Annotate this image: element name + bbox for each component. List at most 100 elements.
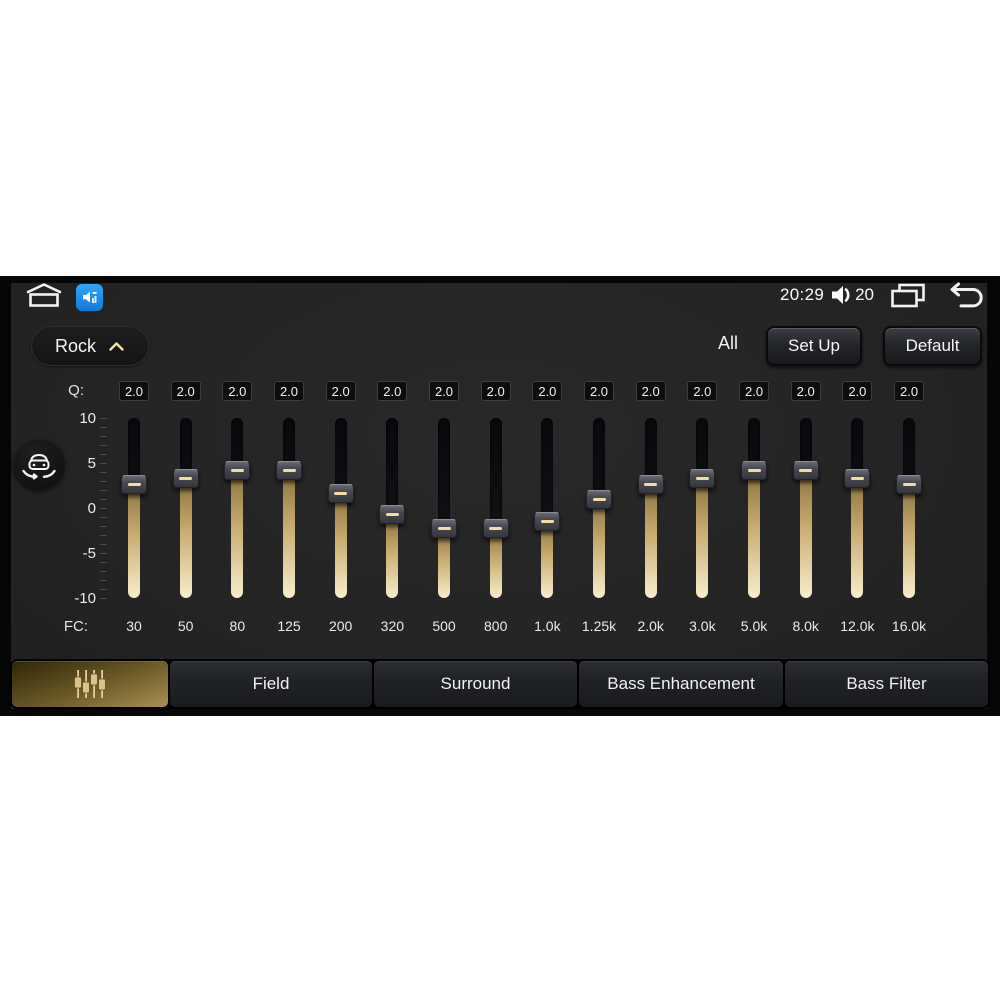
preset-dropdown[interactable]: Rock: [31, 326, 149, 366]
slider-fill: [851, 478, 864, 598]
slider-handle[interactable]: [482, 519, 509, 539]
recent-apps-icon[interactable]: [890, 283, 926, 308]
tab-field[interactable]: Field: [170, 661, 372, 707]
q-value-badge[interactable]: 2.0: [480, 381, 511, 401]
slider-handle-mark: [850, 477, 864, 481]
slider-handle[interactable]: [741, 461, 768, 481]
gain-axis-tick: [100, 553, 107, 554]
gain-axis-tick: [100, 517, 107, 518]
gain-axis-tick: [100, 472, 107, 473]
equalizer-app-icon[interactable]: [76, 284, 103, 311]
slider-handle[interactable]: [534, 512, 561, 532]
gain-axis-tick: [100, 535, 107, 536]
q-value-badge[interactable]: 2.0: [739, 381, 770, 401]
slider-handle-mark: [179, 477, 193, 481]
slider-fill: [799, 470, 812, 598]
set-up-button[interactable]: Set Up: [766, 326, 862, 366]
dsp-tab-bar: Field Surround Bass Enhancement Bass Fil…: [10, 659, 990, 709]
q-value-badge[interactable]: 2.0: [842, 381, 873, 401]
gain-axis-tick: [100, 418, 107, 419]
gain-axis-tick: [100, 562, 107, 563]
volume-level: 20: [855, 285, 874, 304]
gain-axis-tick: [100, 436, 107, 437]
q-value-badge[interactable]: 2.0: [222, 381, 253, 401]
slider-handle[interactable]: [121, 474, 147, 494]
clock: 20:29: [780, 285, 825, 304]
q-value-badge[interactable]: 2.0: [377, 381, 408, 401]
slider-fill: [128, 484, 140, 598]
slider-handle[interactable]: [896, 474, 923, 494]
all-label[interactable]: All: [718, 333, 738, 354]
tab-bass-filter[interactable]: Bass Filter: [785, 661, 988, 707]
q-value-badge[interactable]: 2.0: [532, 381, 563, 401]
slider-handle-mark: [334, 491, 348, 495]
home-icon[interactable]: [25, 282, 63, 313]
slider-fill: [334, 493, 347, 598]
slider-fill: [748, 470, 761, 598]
slider-handle[interactable]: [431, 519, 458, 539]
slider-fill: [903, 484, 916, 598]
slider-fill: [696, 478, 709, 598]
gain-axis-tick: [100, 463, 107, 464]
slider-handle[interactable]: [586, 489, 613, 509]
slider-handle-mark: [799, 468, 813, 472]
slider-handle[interactable]: [172, 469, 199, 489]
tab-bass-enhancement[interactable]: Bass Enhancement: [579, 661, 783, 707]
q-value-badge[interactable]: 2.0: [274, 381, 304, 401]
status-bar-left: [25, 282, 103, 313]
head-unit-screen: 20:29 20 Rock All Set Up Default Q: FC: …: [0, 276, 1000, 716]
slider-handle-mark: [437, 527, 451, 531]
q-value-badge[interactable]: 2.0: [429, 381, 460, 401]
slider-handle[interactable]: [327, 483, 354, 503]
gain-axis-label: -10: [74, 589, 96, 607]
slider-handle-mark: [127, 482, 141, 486]
gain-axis-label: -5: [82, 544, 96, 562]
slider-fill: [644, 484, 657, 598]
fc-row-label: FC:: [63, 618, 88, 635]
q-row-label: Q:: [68, 382, 84, 399]
slider-handle-mark: [902, 482, 916, 486]
slider-handle[interactable]: [224, 461, 251, 481]
gain-axis-tick: [100, 454, 107, 455]
slider-handle[interactable]: [637, 474, 664, 494]
slider-handle-mark: [747, 469, 761, 473]
gain-axis-tick: [100, 490, 107, 491]
volume-icon: [829, 283, 852, 307]
slider-handle[interactable]: [379, 505, 406, 525]
q-value-badge[interactable]: 2.0: [635, 381, 666, 401]
q-value-badge[interactable]: 2.0: [790, 381, 821, 401]
gain-axis-tick: [100, 580, 107, 581]
preset-label: Rock: [54, 335, 96, 356]
q-value-badge[interactable]: 2.0: [894, 381, 925, 401]
slider-fill: [438, 528, 451, 598]
default-button[interactable]: Default: [883, 326, 982, 366]
slider-handle-mark: [644, 482, 658, 486]
back-icon[interactable]: [946, 282, 984, 308]
gain-axis-tick: [100, 589, 107, 590]
gain-axis-label: 10: [79, 409, 96, 427]
q-value-badge[interactable]: 2.0: [170, 381, 201, 401]
tab-surround[interactable]: Surround: [374, 661, 577, 707]
gain-axis-label: 5: [87, 454, 96, 472]
gain-axis-tick: [100, 571, 107, 572]
slider-fill: [283, 470, 295, 598]
chevron-up-icon: [108, 341, 125, 352]
gain-axis-tick: [100, 526, 107, 527]
slider-handle[interactable]: [844, 469, 871, 489]
status-bar-right: 20:29 20: [780, 281, 984, 309]
slider-fill: [489, 528, 502, 598]
slider-handle-mark: [489, 527, 503, 531]
slider-handle[interactable]: [792, 460, 819, 480]
q-value-badge[interactable]: 2.0: [119, 381, 149, 401]
slider-handle[interactable]: [276, 461, 302, 481]
gain-axis-tick: [100, 508, 107, 509]
gain-axis-tick: [100, 445, 107, 446]
tab-equalizer[interactable]: [12, 661, 168, 707]
gain-axis-tick: [100, 427, 107, 428]
q-value-badge[interactable]: 2.0: [687, 381, 718, 401]
equalizer-sliders-icon: [70, 666, 110, 702]
slider-handle[interactable]: [689, 468, 716, 488]
q-value-badge[interactable]: 2.0: [584, 381, 615, 401]
slider-handle-mark: [282, 469, 296, 473]
q-value-badge[interactable]: 2.0: [325, 381, 356, 401]
